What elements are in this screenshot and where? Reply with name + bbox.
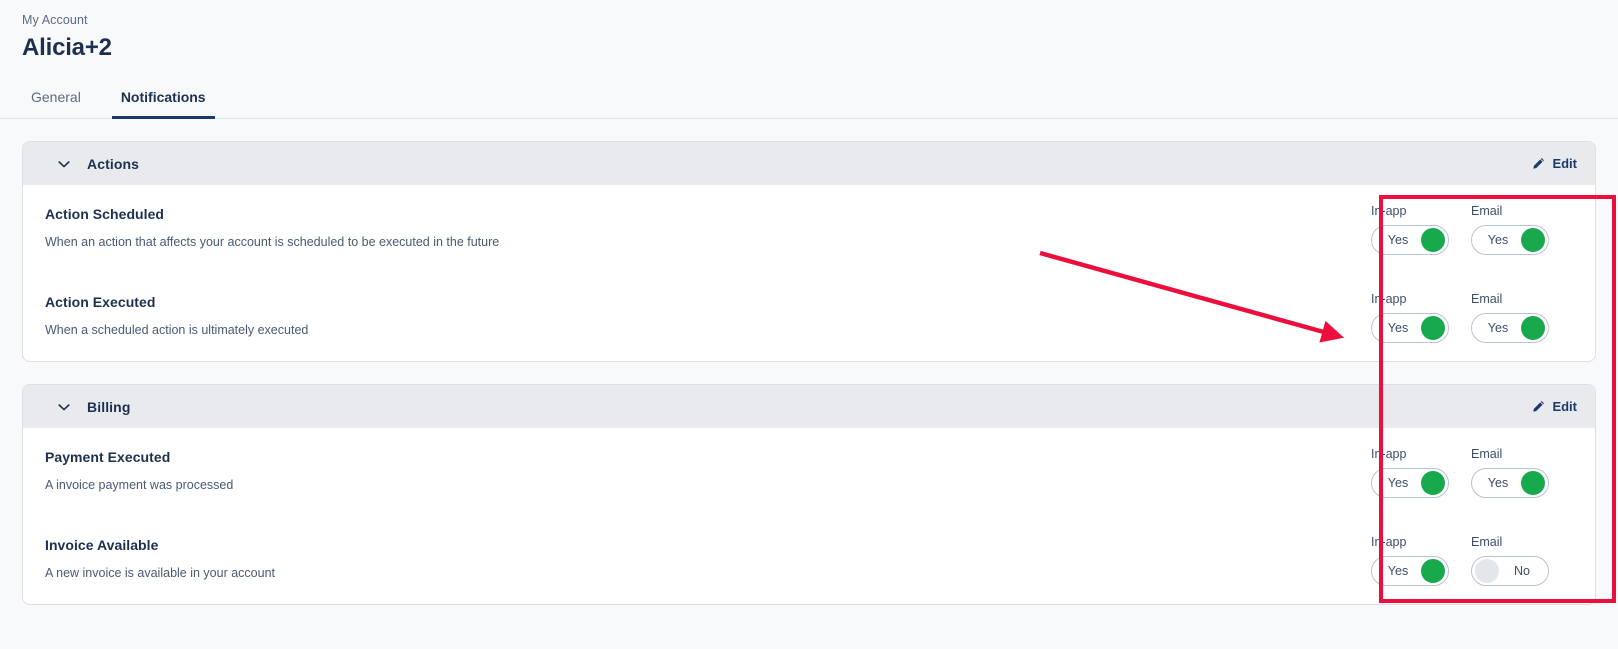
preference-description: A invoice payment was processed <box>45 478 234 492</box>
section-title: Actions <box>87 155 140 172</box>
preference-name: Action Scheduled <box>45 206 165 222</box>
chevron-down-icon[interactable] <box>57 157 71 171</box>
section-header[interactable]: Actions Edit <box>23 142 1595 185</box>
toggle-knob <box>1421 471 1445 495</box>
page-title: Alicia+2 <box>22 34 112 61</box>
preference-text: Invoice Available A new invoice is availa… <box>45 534 1371 581</box>
edit-button-label: Edit <box>1552 156 1577 171</box>
section-header[interactable]: Billing Edit <box>23 385 1595 428</box>
toggle-knob <box>1421 316 1445 340</box>
notification-settings-content: Actions Edit Action Scheduled When an actio… <box>0 119 1618 605</box>
toggle-knob <box>1521 316 1545 340</box>
channel-label: In-app <box>1371 535 1407 549</box>
channel-toggle-group: In-app Yes Email No <box>1371 534 1595 586</box>
toggle-email[interactable]: Yes <box>1471 313 1549 343</box>
channel-label: Email <box>1471 447 1503 461</box>
toggle-email[interactable]: Yes <box>1471 468 1549 498</box>
channel-cell: In-app Yes <box>1371 447 1449 498</box>
preference-row: Payment Executed A invoice payment was pr… <box>23 428 1595 516</box>
preference-row: Invoice Available A new invoice is availa… <box>23 516 1595 604</box>
section-card-billing: Billing Edit Payment Executed A invoice pay… <box>22 384 1596 605</box>
channel-label: Email <box>1471 292 1503 306</box>
channel-cell: Email Yes <box>1471 204 1549 255</box>
toggle-state: No <box>1514 564 1530 578</box>
channel-cell: In-app Yes <box>1371 292 1449 343</box>
channel-toggle-group: In-app Yes Email Yes <box>1371 203 1595 255</box>
channel-cell: In-app Yes <box>1371 204 1449 255</box>
channel-toggle-group: In-app Yes Email Yes <box>1371 446 1595 498</box>
toggle-email[interactable]: Yes <box>1471 225 1549 255</box>
preference-row: Action Executed When a scheduled action i… <box>23 273 1595 361</box>
toggle-knob <box>1521 228 1545 252</box>
toggle-state: Yes <box>1387 564 1409 578</box>
chevron-down-icon[interactable] <box>57 400 71 414</box>
channel-toggle-group: In-app Yes Email Yes <box>1371 291 1595 343</box>
toggle-knob <box>1521 471 1545 495</box>
toggle-in-app[interactable]: Yes <box>1371 313 1449 343</box>
edit-button[interactable]: Edit <box>1532 156 1577 171</box>
preference-row: Action Scheduled When an action that affe… <box>23 185 1595 273</box>
edit-button[interactable]: Edit <box>1532 399 1577 414</box>
edit-button-label: Edit <box>1552 399 1577 414</box>
toggle-knob <box>1421 228 1445 252</box>
pencil-icon <box>1533 158 1545 169</box>
tab-bar: General Notifications <box>0 82 1618 119</box>
toggle-state: Yes <box>1487 233 1509 247</box>
toggle-knob <box>1475 559 1499 583</box>
preference-description: When a scheduled action is ultimately ex… <box>45 323 309 337</box>
channel-label: Email <box>1471 204 1503 218</box>
toggle-state: Yes <box>1487 476 1509 490</box>
channel-cell: In-app Yes <box>1371 535 1449 586</box>
section-title: Billing <box>87 398 131 415</box>
channel-label: In-app <box>1371 447 1407 461</box>
channel-cell: Email Yes <box>1471 292 1549 343</box>
channel-label: In-app <box>1371 292 1407 306</box>
section-body: Payment Executed A invoice payment was pr… <box>23 428 1595 604</box>
preference-name: Invoice Available <box>45 537 159 553</box>
section-body: Action Scheduled When an action that affe… <box>23 185 1595 361</box>
channel-cell: Email Yes <box>1471 447 1549 498</box>
channel-cell: Email No <box>1471 535 1549 586</box>
section-card-actions: Actions Edit Action Scheduled When an actio… <box>22 141 1596 362</box>
toggle-state: Yes <box>1487 321 1509 335</box>
toggle-in-app[interactable]: Yes <box>1371 225 1449 255</box>
preference-text: Action Scheduled When an action that affe… <box>45 203 1371 250</box>
toggle-state: Yes <box>1387 476 1409 490</box>
channel-label: In-app <box>1371 204 1407 218</box>
toggle-knob <box>1421 559 1445 583</box>
tab-general[interactable]: General <box>22 82 90 119</box>
page-header: My Account Alicia+2 <box>0 0 1618 62</box>
preference-name: Action Executed <box>45 294 156 310</box>
channel-label: Email <box>1471 535 1503 549</box>
preference-text: Action Executed When a scheduled action i… <box>45 291 1371 338</box>
preference-text: Payment Executed A invoice payment was pr… <box>45 446 1371 493</box>
pencil-icon <box>1533 401 1545 412</box>
toggle-email[interactable]: No <box>1471 556 1549 586</box>
breadcrumb: My Account <box>22 13 88 27</box>
preference-description: A new invoice is available in your accou… <box>45 566 275 580</box>
toggle-in-app[interactable]: Yes <box>1371 556 1449 586</box>
preference-name: Payment Executed <box>45 449 171 465</box>
toggle-in-app[interactable]: Yes <box>1371 468 1449 498</box>
toggle-state: Yes <box>1387 233 1409 247</box>
preference-description: When an action that affects your account… <box>45 235 500 249</box>
tab-notifications[interactable]: Notifications <box>111 82 215 119</box>
toggle-state: Yes <box>1387 321 1409 335</box>
